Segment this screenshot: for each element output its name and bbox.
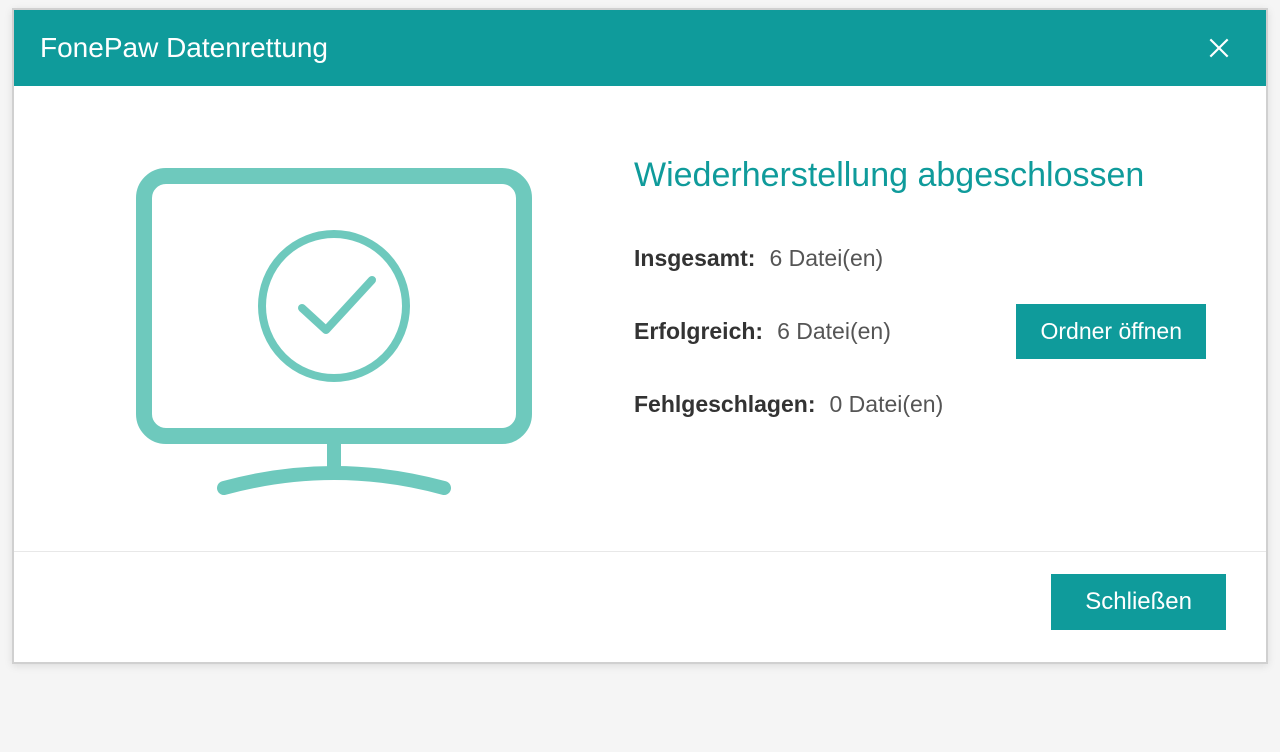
dialog-footer: Schließen [14,551,1266,662]
open-folder-button[interactable]: Ordner öffnen [1016,304,1206,359]
stat-success: Erfolgreich: 6 Datei(en) Ordner öffnen [634,318,1226,345]
recovery-complete-dialog: FonePaw Datenrettung Wiederherstellung a… [12,8,1268,664]
results-column: Wiederherstellung abgeschlossen Insgesam… [614,146,1226,511]
stat-total-label: Insgesamt: [634,245,755,272]
stat-failed: Fehlgeschlagen: 0 Datei(en) [634,391,1226,418]
stat-failed-label: Fehlgeschlagen: [634,391,815,418]
monitor-checkmark-icon [124,166,544,511]
close-button[interactable]: Schließen [1051,574,1226,630]
stat-total-value: 6 Datei(en) [769,245,883,272]
stat-success-value: 6 Datei(en) [777,318,891,345]
stat-total: Insgesamt: 6 Datei(en) [634,245,1226,272]
app-title: FonePaw Datenrettung [40,32,328,64]
titlebar: FonePaw Datenrettung [14,10,1266,86]
dialog-content: Wiederherstellung abgeschlossen Insgesam… [14,86,1266,551]
result-heading: Wiederherstellung abgeschlossen [634,156,1226,195]
close-icon[interactable] [1202,31,1236,65]
stat-failed-value: 0 Datei(en) [829,391,943,418]
stat-success-label: Erfolgreich: [634,318,763,345]
illustration-column [54,146,614,511]
